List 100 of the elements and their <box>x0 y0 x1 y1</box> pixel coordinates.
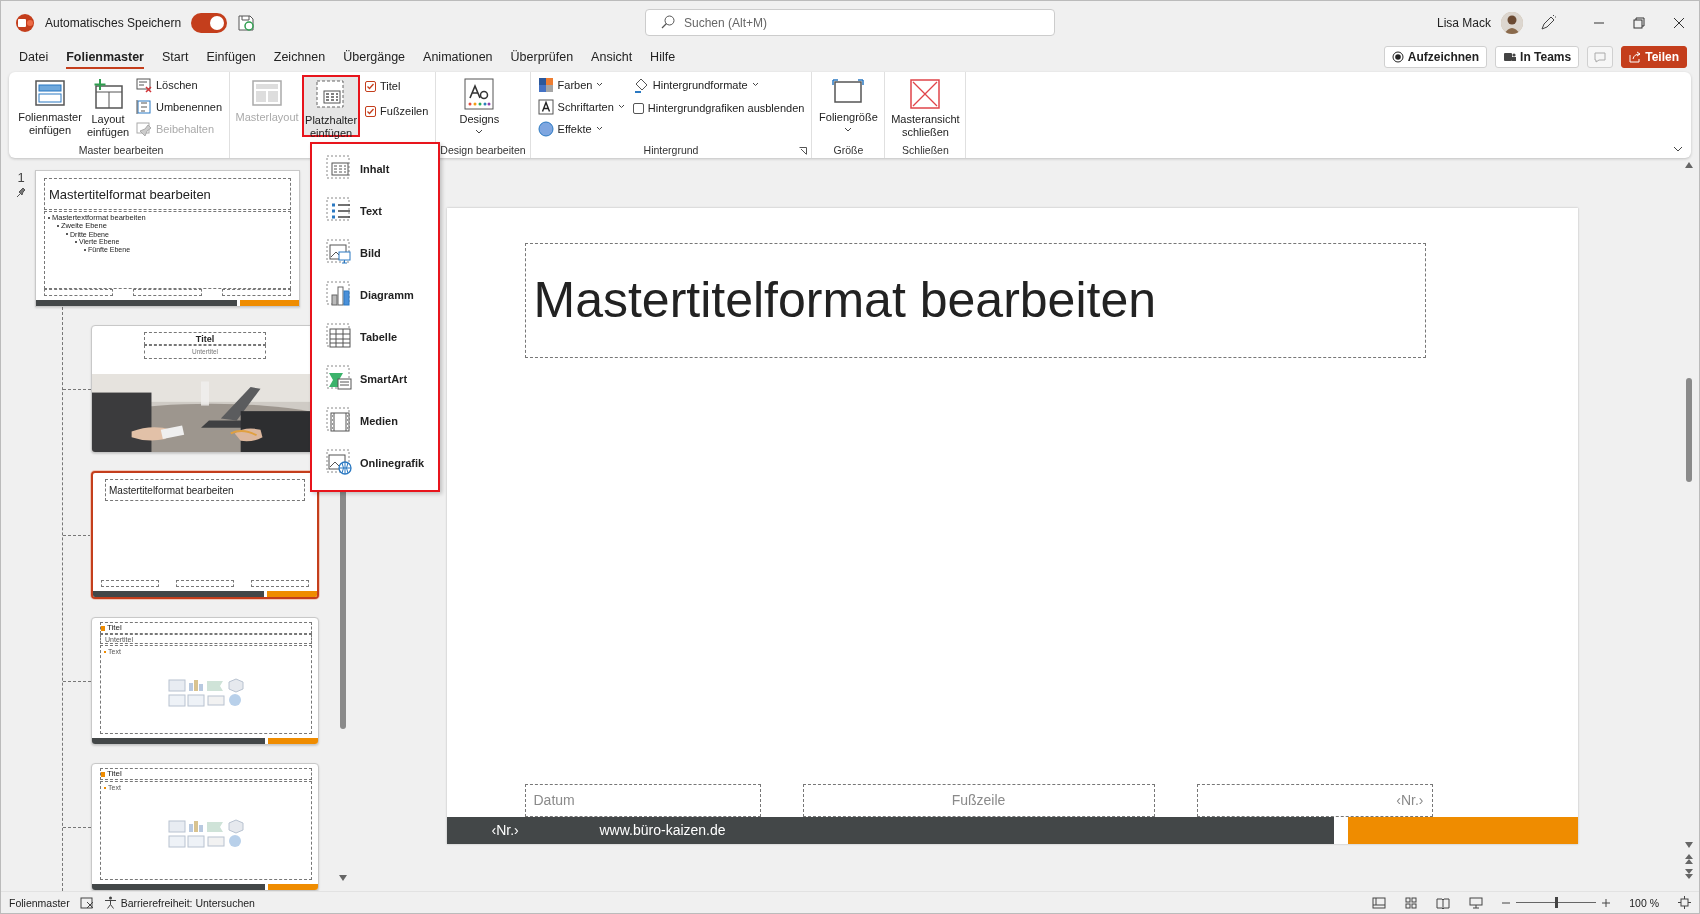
group-label: Schließen <box>902 143 949 156</box>
scrollbar-thumb[interactable] <box>1686 378 1692 482</box>
reading-view-icon <box>1436 896 1451 909</box>
sorter-view-icon <box>1405 896 1418 909</box>
plus-icon <box>1602 898 1611 907</box>
close-master-icon <box>909 78 942 110</box>
ribbon-tab[interactable]: Übergänge <box>335 47 414 67</box>
ribbon-tab[interactable]: Ansicht <box>583 47 641 67</box>
footer-placeholder <box>175 580 235 587</box>
theme-icon <box>464 78 495 110</box>
menu-item[interactable]: Text <box>312 190 438 232</box>
menu-item[interactable]: Inhalt <box>312 148 438 190</box>
record-icon <box>1391 51 1404 63</box>
rename-icon <box>136 98 152 115</box>
ribbon-button[interactable]: Effekte <box>534 119 628 138</box>
search-field[interactable]: Suchen (Alt+M) <box>645 9 1055 36</box>
accessibility-button[interactable]: Barrierefreiheit: Untersuchen <box>103 896 255 909</box>
avatar[interactable] <box>1501 11 1523 34</box>
ribbon-button[interactable]: Löschen <box>133 75 226 94</box>
layout-icon <box>251 78 284 108</box>
slide-thumbnail[interactable]: Mastertitelformat bearbeiten <box>91 471 319 599</box>
ribbon-tab[interactable]: Datei <box>11 47 57 67</box>
autosave-toggle[interactable] <box>191 12 228 33</box>
scroll-up-icon <box>1685 162 1693 168</box>
user-name: Lisa Mack <box>1436 15 1491 30</box>
ribbon-tab[interactable]: Zeichnen <box>265 47 334 67</box>
restore-icon <box>1633 16 1645 29</box>
group-label: Größe <box>833 143 864 156</box>
teams-button[interactable]: In Teams <box>1495 46 1580 68</box>
ribbon-button[interactable]: Layout einfügen <box>85 75 131 137</box>
ribbon-button[interactable]: Farben <box>534 75 628 94</box>
group-label: Master bearbeiten <box>78 143 164 156</box>
image-globe-icon <box>326 449 354 477</box>
footer-placeholder <box>250 580 309 587</box>
checkbox[interactable]: Fußzeilen <box>362 100 432 122</box>
autosave-label: Automatisches Speichern <box>45 15 182 30</box>
title-placeholder: Mastertitelformat bearbeiten <box>524 242 1426 358</box>
group-label: Design bearbeiten <box>440 143 526 156</box>
ribbon-button[interactable]: Umbenennen <box>133 97 226 116</box>
slide-number: 1 <box>17 170 25 185</box>
zoom-level: 100 % <box>1629 896 1659 909</box>
font-icon <box>537 98 554 115</box>
zoom-in-button[interactable] <box>1602 898 1611 907</box>
record-button[interactable]: Aufzeichnen <box>1383 46 1488 68</box>
presenter-icon <box>1469 896 1484 909</box>
share-icon <box>1629 51 1642 63</box>
ribbon-button[interactable]: Folienmaster einfügen <box>17 75 83 137</box>
smartart-icon <box>326 365 354 393</box>
new-layout-icon <box>92 78 124 110</box>
group-label: Hintergrund <box>643 143 699 156</box>
ribbon-button[interactable]: Schriftarten <box>534 97 628 116</box>
dialog-launcher-icon[interactable] <box>799 147 808 155</box>
ribbon-tab[interactable]: Hilfe <box>642 47 684 67</box>
number-placeholder: ‹Nr.› <box>1196 783 1433 817</box>
delete-layout-icon <box>136 76 152 93</box>
app-logo-icon <box>15 12 35 33</box>
checkbox[interactable]: Titel <box>362 75 432 97</box>
slide-check-icon <box>79 896 94 909</box>
ribbon-button[interactable]: Designs <box>440 75 519 137</box>
scroll-down-icon <box>1685 842 1693 848</box>
title-placeholder: Mastertitelformat bearbeiten <box>105 479 305 501</box>
ribbon-tab[interactable]: Folienmaster <box>58 47 152 67</box>
ribbon-tab[interactable]: Einfügen <box>198 47 264 67</box>
normal-view-icon <box>1372 896 1387 909</box>
title-placeholder: Titel <box>144 332 266 345</box>
comment-icon <box>1594 51 1607 63</box>
search-icon <box>661 15 675 29</box>
menu-item[interactable]: Bild <box>312 232 438 274</box>
checkbox[interactable]: Hintergrundgrafiken ausblenden <box>629 97 808 119</box>
footer-placeholder: Fußzeile <box>802 783 1155 817</box>
previous-slide-icon <box>1685 854 1693 864</box>
footer-placeholder <box>44 289 114 296</box>
ribbon-button[interactable]: Masteransicht schließen <box>889 75 962 137</box>
date-placeholder: Datum <box>524 783 761 817</box>
ribbon-tab[interactable]: Animationen <box>415 47 501 67</box>
title-placeholder: Mastertitelformat bearbeiten <box>44 178 291 210</box>
collapse-icon <box>1673 146 1683 152</box>
teams-icon <box>1503 51 1517 63</box>
image-icon <box>326 239 354 267</box>
pen-icon <box>1539 13 1557 32</box>
footer-placeholder <box>221 289 291 296</box>
view-label: Folienmaster <box>9 896 70 909</box>
effects-icon <box>537 120 554 137</box>
pin-icon <box>136 120 152 137</box>
close-icon <box>1673 16 1685 29</box>
menu-item[interactable]: Diagramm <box>312 274 438 316</box>
accessibility-icon <box>103 896 117 909</box>
check-icon <box>366 106 376 116</box>
next-slide-icon <box>1685 869 1693 879</box>
color-palette-icon <box>537 76 554 93</box>
comments-button[interactable] <box>1587 46 1614 68</box>
ribbon-button[interactable]: Hintergrundformate <box>629 75 808 94</box>
ribbon-button[interactable]: Foliengröße <box>816 75 881 137</box>
website-text: www.büro-kaizen.de <box>599 822 726 838</box>
footer-placeholder <box>132 289 203 296</box>
ribbon-tab[interactable]: Start <box>154 47 197 67</box>
share-button[interactable]: Teilen <box>1621 46 1687 68</box>
scroll-down-icon <box>339 875 347 881</box>
slide-master-icon <box>34 78 66 108</box>
ribbon-tab[interactable]: Überprüfen <box>502 47 582 67</box>
